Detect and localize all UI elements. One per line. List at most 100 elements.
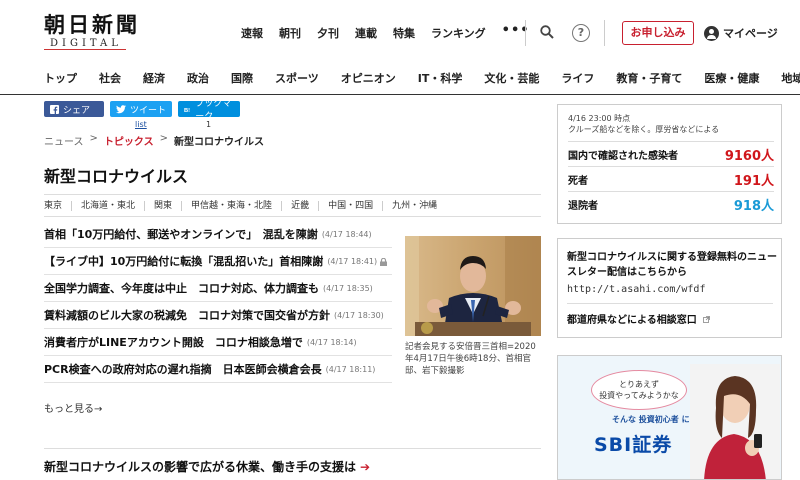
headline-item[interactable]: 賃料減額のビル大家の税減免 コロナ対策で国交省が方針 (4/17 18:30) xyxy=(44,302,392,329)
breadcrumb-topics[interactable]: トピックス xyxy=(104,133,154,148)
headline-title[interactable]: 全国学力調査、今年度は中止 コロナ対応、体力調査も xyxy=(44,280,319,296)
category-sports[interactable]: スポーツ xyxy=(275,70,319,86)
breadcrumb: ニュース > トピックス > 新型コロナウイルス xyxy=(44,133,264,148)
search-icon[interactable] xyxy=(540,25,554,39)
mypage-link[interactable]: マイページ xyxy=(704,25,778,41)
consultation-link[interactable]: 都道府県などによる相談窓口 xyxy=(567,311,711,326)
hatena-icon: B! xyxy=(184,108,190,114)
stat-value: 918人 xyxy=(733,198,774,214)
region-chugoku-shikoku[interactable]: 中国・四国 xyxy=(328,200,384,211)
headline-title[interactable]: 消費者庁がLINEアカウント開設 コロナ相談急増で xyxy=(44,334,303,350)
infection-stats-box: 4/16 23:00 時点 クルーズ船などを除く。厚労省などによる 国内で確認さ… xyxy=(557,104,782,224)
news-photo[interactable] xyxy=(405,236,541,336)
headline-time: (4/17 18:11) xyxy=(325,364,376,374)
category-society[interactable]: 社会 xyxy=(99,70,121,86)
headline-title[interactable]: 【ライブ中】10万円給付に転換「混乱招いた」首相陳謝 xyxy=(44,253,323,269)
headline-time: (4/17 18:41) xyxy=(327,256,378,266)
headline-title[interactable]: PCR検査への政府対応の遅れ指摘 日本医師会横倉会長 xyxy=(44,361,322,377)
topnav-item-feature[interactable]: 特集 xyxy=(393,25,415,41)
newsletter-url[interactable]: http://t.asahi.com/wfdf xyxy=(567,284,705,295)
logo-sub: DIGITAL xyxy=(44,38,126,50)
category-region[interactable]: 地域 xyxy=(781,70,800,86)
region-tokyo[interactable]: 東京 xyxy=(44,200,73,211)
feature-headline-text: 新型コロナウイルスの影響で広がる休業、働き手の支援は xyxy=(44,460,357,474)
facebook-share-label: シェア xyxy=(63,105,91,116)
external-link-icon xyxy=(703,316,711,323)
ad-bubble-line2: 投資やってみようかな xyxy=(599,391,679,400)
stat-row-cases: 国内で確認された感染者 9160人 xyxy=(568,141,774,166)
header-divider xyxy=(525,20,526,46)
breadcrumb-news[interactable]: ニュース xyxy=(44,133,84,148)
topnav-item-ranking[interactable]: ランキング xyxy=(431,25,486,41)
site-header: 朝日新聞 DIGITAL 速報 朝刊 夕刊 連載 特集 ランキング ••• ? … xyxy=(0,0,800,62)
svg-text:B!: B! xyxy=(184,108,190,114)
headline-list: 首相「10万円給付、郵送やオンラインで」 混乱を陳謝 (4/17 18:44) … xyxy=(44,221,392,383)
site-logo[interactable]: 朝日新聞 DIGITAL xyxy=(44,14,144,50)
category-life[interactable]: ライフ xyxy=(561,70,594,86)
newsletter-text[interactable]: 新型コロナウイルスに関する登録無料のニュースレター配信はこちらから xyxy=(567,250,777,280)
newsletter-box: 新型コロナウイルスに関する登録無料のニュースレター配信はこちらから http:/… xyxy=(557,238,782,338)
headline-title[interactable]: 首相「10万円給付、郵送やオンラインで」 混乱を陳謝 xyxy=(44,226,318,242)
category-nav: トップ 社会 経済 政治 国際 スポーツ オピニオン IT・科学 文化・芸能 ラ… xyxy=(0,62,800,95)
photo-caption: 記者会見する安倍晋三首相=2020年4月17日午後6時18分、首相官邸、岩下毅撮… xyxy=(405,342,536,376)
twitter-icon xyxy=(116,104,126,113)
topnav-item-series[interactable]: 連載 xyxy=(355,25,377,41)
category-opinion[interactable]: オピニオン xyxy=(341,70,396,86)
hatena-count: 1 xyxy=(206,120,212,129)
twitter-count[interactable]: list xyxy=(135,120,147,129)
category-culture[interactable]: 文化・芸能 xyxy=(484,70,539,86)
facebook-icon xyxy=(50,104,59,114)
lock-icon xyxy=(380,258,388,266)
region-kyushu-okinawa[interactable]: 九州・沖縄 xyxy=(392,201,446,211)
region-kinki[interactable]: 近畿 xyxy=(291,200,320,211)
subscribe-button[interactable]: お申し込み xyxy=(622,21,694,45)
breadcrumb-separator: > xyxy=(89,133,98,144)
facebook-share-button[interactable]: シェア xyxy=(44,101,104,117)
category-it-science[interactable]: IT・科学 xyxy=(418,70,463,86)
category-top[interactable]: トップ xyxy=(44,70,77,86)
breadcrumb-separator: > xyxy=(159,133,168,144)
section-divider xyxy=(44,448,541,449)
headline-item[interactable]: 【ライブ中】10万円給付に転換「混乱招いた」首相陳謝 (4/17 18:41) xyxy=(44,248,392,275)
ad-brand: SBI証券 xyxy=(594,434,673,456)
topnav-item-morning[interactable]: 朝刊 xyxy=(279,25,301,41)
topnav-item-evening[interactable]: 夕刊 xyxy=(317,25,339,41)
ad-tagline-pre: そんな xyxy=(612,415,636,424)
region-koshinetsu[interactable]: 甲信越・東海・北陸 xyxy=(191,200,283,211)
headline-item[interactable]: 消費者庁がLINEアカウント開設 コロナ相談急増で (4/17 18:14) xyxy=(44,329,392,356)
category-international[interactable]: 国際 xyxy=(231,70,253,86)
stat-value: 9160人 xyxy=(724,148,774,164)
stat-label: 死者 xyxy=(568,175,588,187)
region-kanto[interactable]: 関東 xyxy=(154,200,183,211)
stats-date: 4/16 23:00 時点 xyxy=(568,114,631,123)
header-divider xyxy=(604,20,605,46)
headline-title[interactable]: 賃料減額のビル大家の税減免 コロナ対策で国交省が方針 xyxy=(44,307,330,323)
stats-timestamp: 4/16 23:00 時点 クルーズ船などを除く。厚労省などによる xyxy=(568,113,719,135)
feature-headline[interactable]: 新型コロナウイルスの影響で広がる休業、働き手の支援は ➔ xyxy=(44,458,370,475)
region-hokkaido-tohoku[interactable]: 北海道・東北 xyxy=(81,200,146,211)
category-economy[interactable]: 経済 xyxy=(143,70,165,86)
top-nav: 速報 朝刊 夕刊 連載 特集 ランキング ••• xyxy=(241,24,546,41)
headline-item[interactable]: PCR検査への政府対応の遅れ指摘 日本医師会横倉会長 (4/17 18:11) xyxy=(44,356,392,383)
more-link[interactable]: もっと見る→ xyxy=(44,400,102,415)
category-education[interactable]: 教育・子育て xyxy=(616,70,682,86)
ad-bubble-line1: とりあえず xyxy=(619,380,659,389)
topnav-item-breaking[interactable]: 速報 xyxy=(241,25,263,41)
stat-label: 国内で確認された感染者 xyxy=(568,150,678,162)
logo-main: 朝日新聞 xyxy=(44,12,140,37)
ad-tagline: そんな 投資初心者 には xyxy=(612,414,698,425)
consultation-label: 都道府県などによる相談窓口 xyxy=(567,315,697,326)
category-health[interactable]: 医療・健康 xyxy=(704,70,759,86)
user-icon xyxy=(704,25,719,41)
sbi-advertisement[interactable]: とりあえず 投資やってみようかな そんな 投資初心者 には SBI証券 xyxy=(557,355,782,480)
hatena-bookmark-button[interactable]: B! ブックマーク 1 xyxy=(178,99,240,129)
headline-item[interactable]: 全国学力調査、今年度は中止 コロナ対応、体力調査も (4/17 18:35) xyxy=(44,275,392,302)
stat-row-deaths: 死者 191人 xyxy=(568,166,774,191)
headline-time: (4/17 18:44) xyxy=(321,229,372,239)
category-politics[interactable]: 政治 xyxy=(187,70,209,86)
twitter-share-button[interactable]: ツイート list xyxy=(110,101,172,129)
help-icon[interactable]: ? xyxy=(572,24,590,42)
share-bar: シェア ツイート list B! ブックマーク 1 xyxy=(44,99,240,129)
headline-time: (4/17 18:14) xyxy=(306,337,357,347)
headline-item[interactable]: 首相「10万円給付、郵送やオンラインで」 混乱を陳謝 (4/17 18:44) xyxy=(44,221,392,248)
